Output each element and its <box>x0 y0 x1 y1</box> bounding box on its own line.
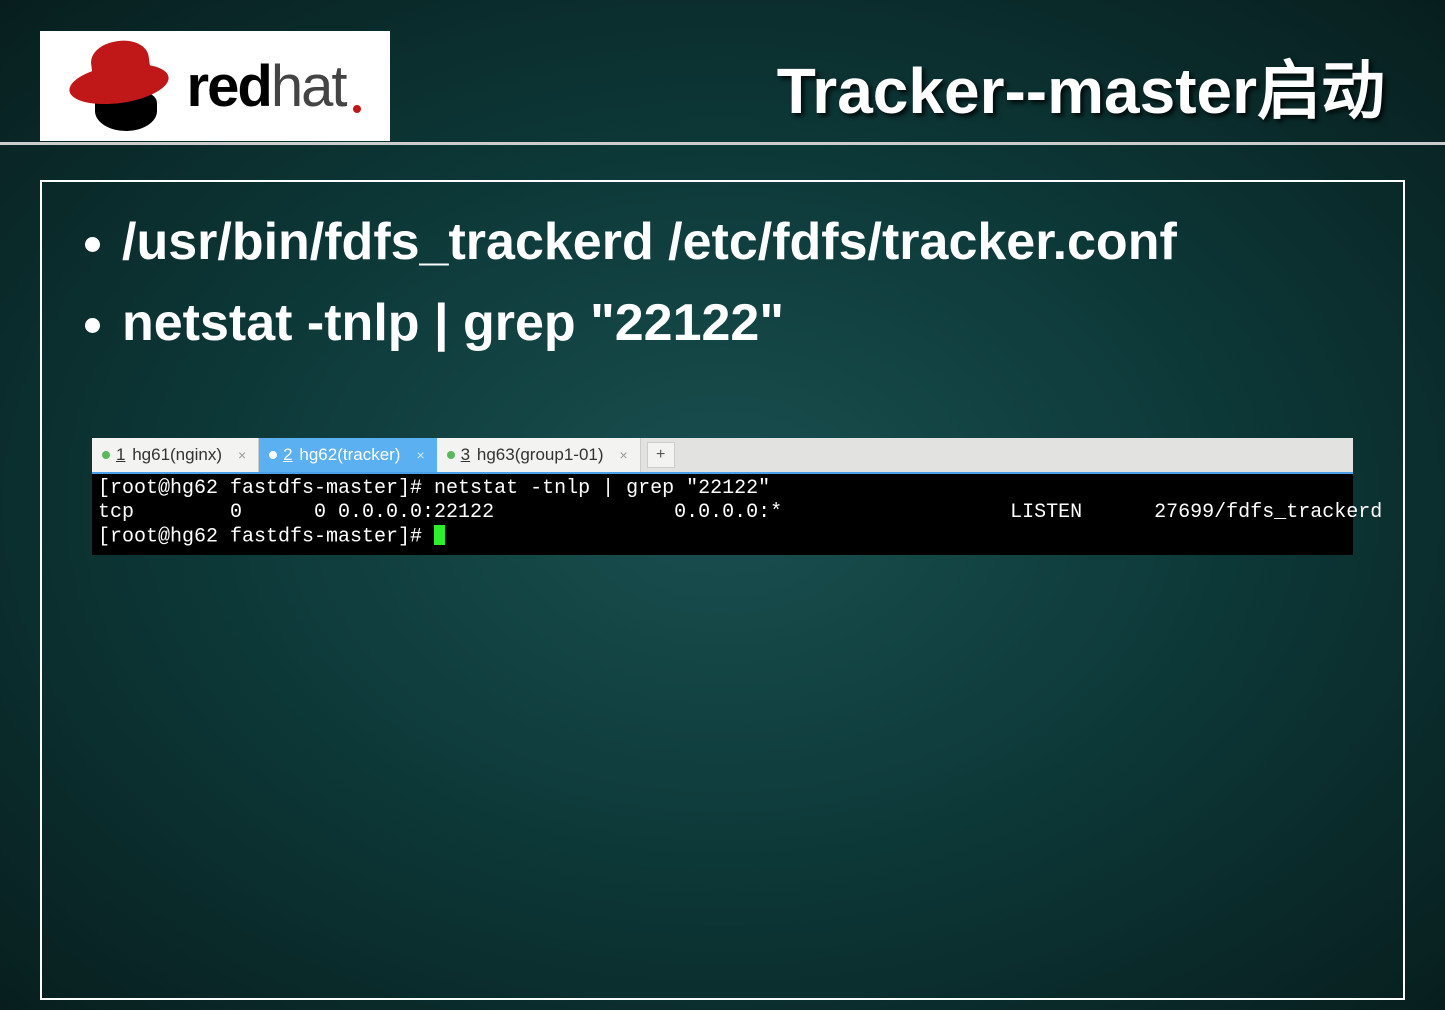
close-icon[interactable]: × <box>236 447 248 463</box>
redhat-logo: redhat <box>40 31 390 141</box>
status-dot-icon <box>447 451 455 459</box>
tab-num: 3 <box>461 445 470 464</box>
tab-num: 2 <box>283 445 292 464</box>
terminal-line: tcp 0 0 0.0.0.0:22122 0.0.0.0:* LISTEN 2… <box>98 501 1382 524</box>
slide-header: redhat Tracker--master启动 <box>0 0 1445 145</box>
terminal-tab-2[interactable]: 2 hg62(tracker) × <box>259 438 437 472</box>
terminal-output: [root@hg62 fastdfs-master]# netstat -tnl… <box>92 474 1353 555</box>
slide-title: Tracker--master启动 <box>777 40 1385 132</box>
terminal-line: [root@hg62 fastdfs-master]# netstat -tnl… <box>98 477 770 500</box>
tab-num: 1 <box>116 445 125 464</box>
status-dot-icon <box>102 451 110 459</box>
terminal-tab-3[interactable]: 3 hg63(group1-01) × <box>437 438 641 472</box>
terminal-tab-1[interactable]: 1 hg61(nginx) × <box>92 438 259 472</box>
add-tab-button[interactable]: + <box>647 442 675 468</box>
bullet-list: /usr/bin/fdfs_trackerd /etc/fdfs/tracker… <box>72 202 1373 363</box>
terminal-screenshot: 1 hg61(nginx) × 2 hg62(tracker) × 3 hg63… <box>92 438 1353 555</box>
bullet-item: netstat -tnlp | grep "22122" <box>122 283 1373 364</box>
redhat-icon <box>69 41 179 131</box>
logo-text: redhat <box>187 53 346 120</box>
logo-text-light: hat <box>271 54 346 119</box>
status-dot-icon <box>269 451 277 459</box>
terminal-tab-bar: 1 hg61(nginx) × 2 hg62(tracker) × 3 hg63… <box>92 438 1353 474</box>
slide-content: /usr/bin/fdfs_trackerd /etc/fdfs/tracker… <box>40 180 1405 1000</box>
logo-dot <box>353 105 361 113</box>
close-icon[interactable]: × <box>618 447 630 463</box>
cursor-icon <box>434 525 445 545</box>
close-icon[interactable]: × <box>414 447 426 463</box>
tab-label: hg62(tracker) <box>299 445 400 464</box>
bullet-item: /usr/bin/fdfs_trackerd /etc/fdfs/tracker… <box>122 202 1373 283</box>
tab-label: hg61(nginx) <box>132 445 222 464</box>
terminal-prompt: [root@hg62 fastdfs-master]# <box>98 525 434 548</box>
tab-label: hg63(group1-01) <box>477 445 604 464</box>
logo-text-bold: red <box>187 54 271 119</box>
